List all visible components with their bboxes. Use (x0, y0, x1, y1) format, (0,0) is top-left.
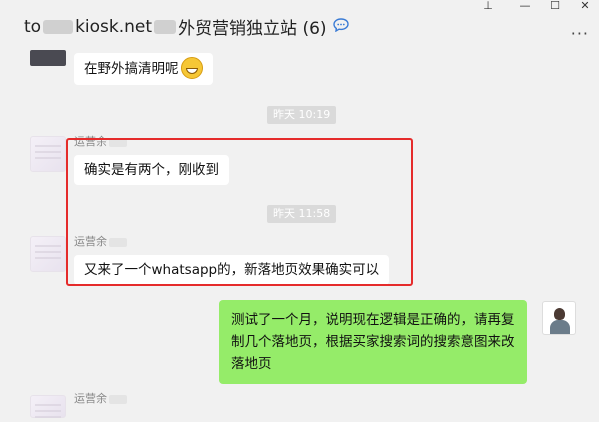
message-text: 测试了一个月，说明现在逻辑是正确的，请再复制几个落地页，根据买家搜索词的搜索意图… (231, 312, 515, 372)
avatar[interactable] (30, 395, 66, 422)
avatar[interactable] (30, 136, 66, 172)
chat-title-domain: kiosk.net (75, 16, 153, 37)
grinning-face-icon (180, 57, 203, 79)
avatar[interactable] (30, 50, 66, 66)
pin-button[interactable]: ⊥ (474, 0, 502, 12)
chat-bubble-icon[interactable] (332, 17, 349, 36)
chat-title-rest: 外贸营销独立站 (6) (178, 19, 327, 39)
maximize-button[interactable]: ☐ (541, 0, 569, 12)
own-message-bubble[interactable]: 测试了一个月，说明现在逻辑是正确的，请再复制几个落地页，根据买家搜索词的搜索意图… (219, 300, 527, 384)
avatar[interactable] (30, 236, 66, 272)
avatar[interactable] (542, 301, 576, 335)
chat-title-prefix: to (24, 16, 42, 37)
chat-title: to kiosk.net 外贸营销独立站 (6) (24, 14, 349, 39)
title-bar: to kiosk.net 外贸营销独立站 (6) ⊥ — ☐ ✕ ··· (0, 0, 599, 52)
sender-name: 运营余 (74, 390, 127, 406)
highlight-box (66, 138, 413, 286)
scrollbar[interactable] (592, 60, 597, 390)
timestamp: 昨天 10:19 (267, 106, 337, 124)
title-redaction (43, 19, 74, 34)
message-text: 在野外搞清明呢 (84, 61, 179, 77)
message-bubble[interactable]: 在野外搞清明呢 (74, 53, 213, 85)
title-redaction (154, 19, 177, 34)
minimize-button[interactable]: — (511, 0, 539, 12)
more-options-button[interactable]: ··· (571, 24, 589, 43)
close-button[interactable]: ✕ (571, 0, 599, 12)
